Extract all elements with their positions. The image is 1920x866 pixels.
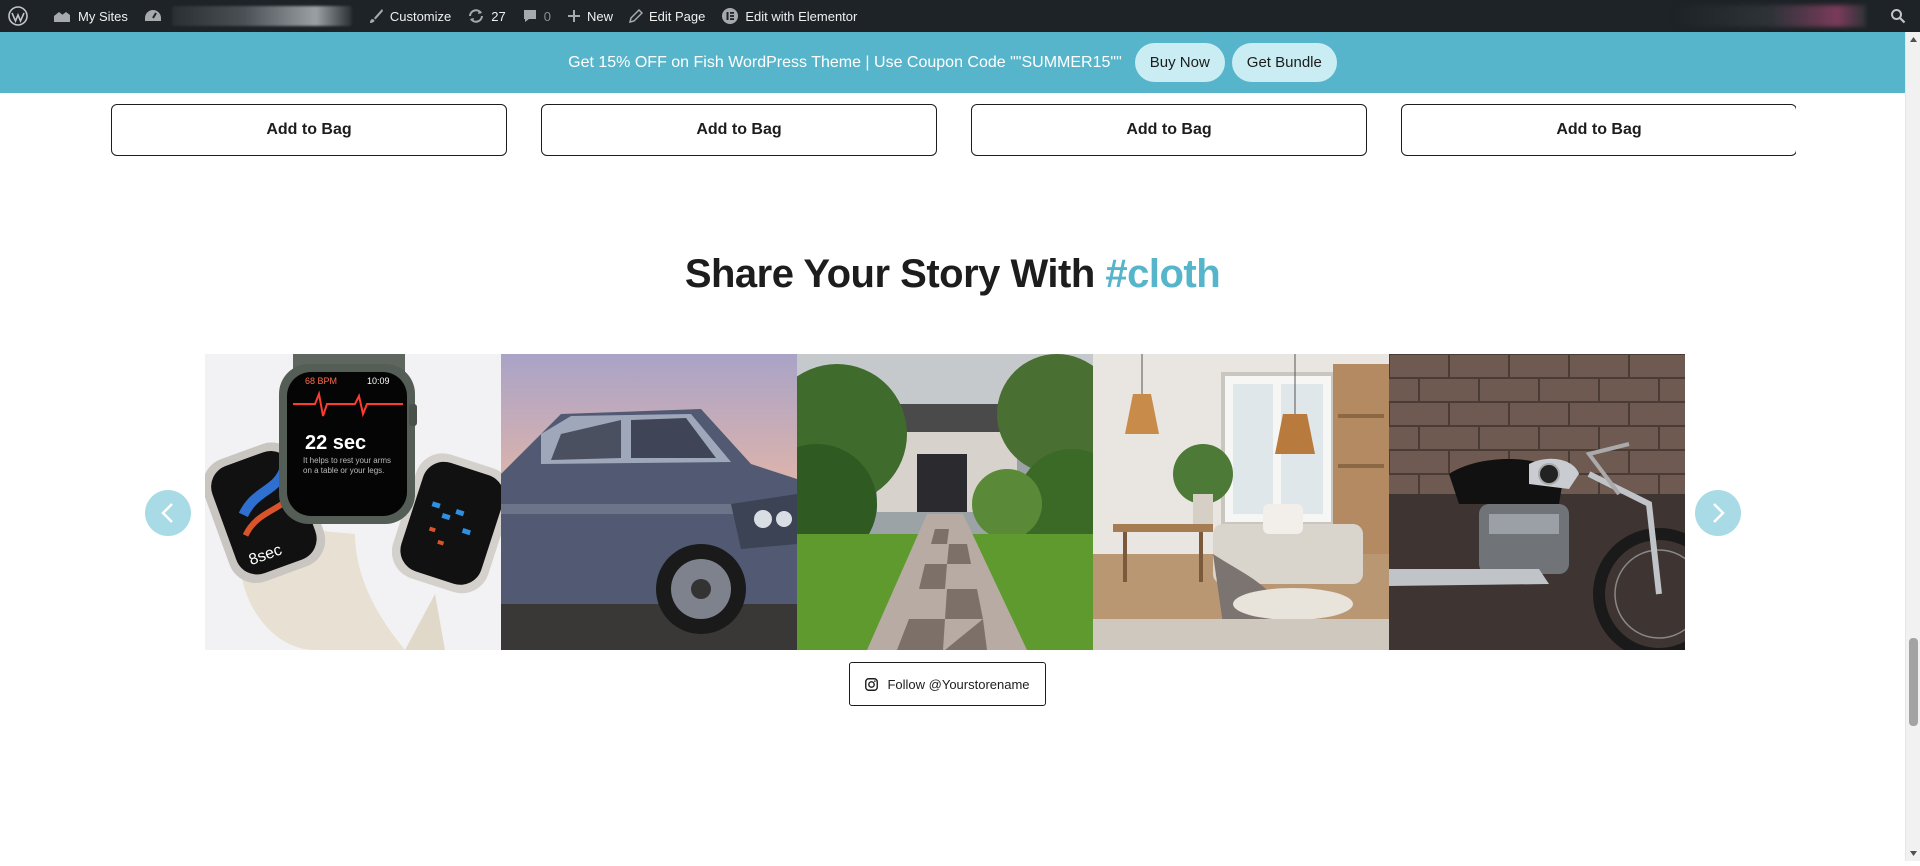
instagram-gallery: 8sec 68 BPM 10:09 22 sec It helps to res…: [205, 354, 1685, 650]
search-icon[interactable]: [1882, 0, 1920, 32]
apple-watch-photo[interactable]: 8sec 68 BPM 10:09 22 sec It helps to res…: [205, 354, 501, 650]
scroll-up-arrow-icon[interactable]: [1906, 32, 1920, 47]
dashboard-icon: [144, 10, 161, 21]
watch-bpm: 68 BPM: [305, 376, 337, 386]
comments-count: 0: [543, 8, 551, 24]
edit-elementor-label: Edit with Elementor: [745, 8, 858, 24]
add-to-bag-button[interactable]: Add to Bag: [111, 104, 507, 156]
chevron-left-icon: [161, 503, 173, 523]
paintbrush-icon: [369, 9, 383, 23]
updates-count: 27: [491, 8, 506, 24]
my-sites-label: My Sites: [78, 8, 128, 24]
pencil-icon: [628, 9, 643, 23]
customize-link[interactable]: Customize: [360, 0, 459, 32]
promo-banner: Get 15% OFF on Fish WordPress Theme | Us…: [0, 32, 1905, 93]
chevron-right-icon: [1713, 503, 1725, 523]
heading-hashtag: #cloth: [1105, 252, 1221, 296]
site-name-menu[interactable]: [136, 0, 360, 32]
updates-link[interactable]: 27: [459, 0, 513, 32]
customize-label: Customize: [389, 8, 452, 24]
elementor-icon: [722, 8, 739, 24]
comments-link[interactable]: 0: [514, 0, 559, 32]
wordpress-logo-icon[interactable]: [0, 0, 44, 32]
share-story-heading: Share Your Story With #cloth: [0, 252, 1905, 297]
edit-elementor-link[interactable]: Edit with Elementor: [713, 0, 865, 32]
watch-seconds: 22 sec: [305, 432, 366, 454]
get-bundle-button[interactable]: Get Bundle: [1231, 43, 1337, 82]
motorcycle-photo[interactable]: [1389, 354, 1685, 650]
page-scrollbar[interactable]: [1905, 32, 1920, 861]
watch-time: 10:09: [367, 376, 390, 386]
garden-path-photo[interactable]: [797, 354, 1093, 650]
promo-text: Get 15% OFF on Fish WordPress Theme | Us…: [568, 53, 1122, 71]
edit-page-link[interactable]: Edit Page: [621, 0, 713, 32]
buy-now-button[interactable]: Buy Now: [1134, 43, 1225, 82]
watch-hint: It helps to rest your arms on a table or…: [303, 456, 392, 475]
instagram-icon: [865, 677, 879, 691]
my-sites-icon: [54, 12, 70, 22]
updates-icon: [469, 9, 484, 23]
new-content-menu[interactable]: New: [559, 0, 621, 32]
my-sites-menu[interactable]: My Sites: [44, 0, 136, 32]
gallery-prev-button[interactable]: [145, 490, 191, 536]
luxury-suv-photo[interactable]: [501, 354, 797, 650]
new-label: New: [586, 8, 613, 24]
edit-page-label: Edit Page: [648, 8, 706, 24]
add-to-bag-row: Add to Bag Add to Bag Add to Bag Add to …: [111, 104, 1796, 156]
site-name-redacted: [171, 6, 352, 26]
living-room-photo[interactable]: [1093, 354, 1389, 650]
wp-admin-bar: My Sites Customize 27 0 New Edit Page Ed…: [0, 0, 1920, 32]
plus-icon: [567, 10, 580, 22]
scroll-down-arrow-icon[interactable]: [1906, 846, 1920, 861]
scrollbar-thumb[interactable]: [1909, 638, 1918, 726]
follow-label: Follow @Yourstorename: [887, 676, 1030, 692]
gallery-next-button[interactable]: [1695, 490, 1741, 536]
add-to-bag-button[interactable]: Add to Bag: [1401, 104, 1796, 156]
user-account-redacted[interactable]: [1676, 5, 1866, 27]
add-to-bag-button[interactable]: Add to Bag: [541, 104, 937, 156]
heading-main-text: Share Your Story With: [684, 252, 1106, 296]
follow-instagram-button[interactable]: Follow @Yourstorename: [849, 662, 1046, 706]
comment-icon: [523, 10, 536, 22]
add-to-bag-button[interactable]: Add to Bag: [971, 104, 1367, 156]
